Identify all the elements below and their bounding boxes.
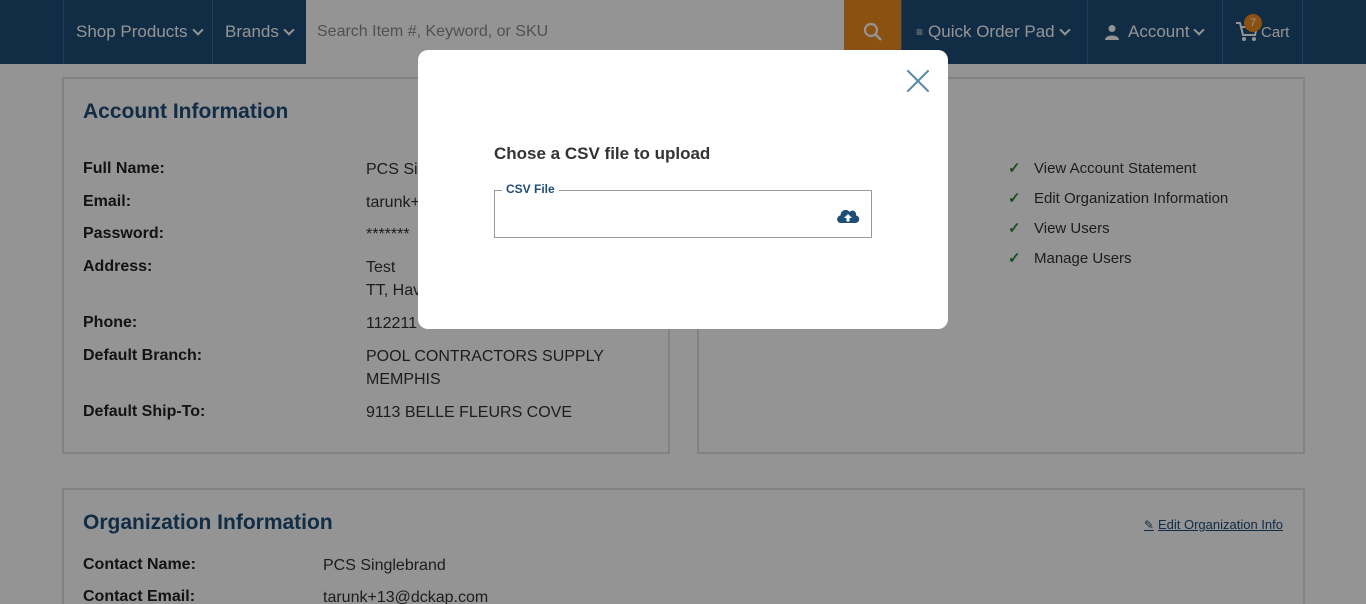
csv-file-label: CSV File — [502, 182, 559, 196]
cloud-upload-icon[interactable] — [835, 205, 861, 225]
csv-file-field[interactable]: CSV File — [494, 182, 872, 238]
modal-heading: Chose a CSV file to upload — [494, 144, 711, 163]
csv-upload-modal: Chose a CSV file to upload CSV File — [418, 50, 948, 329]
close-icon[interactable] — [905, 68, 931, 94]
